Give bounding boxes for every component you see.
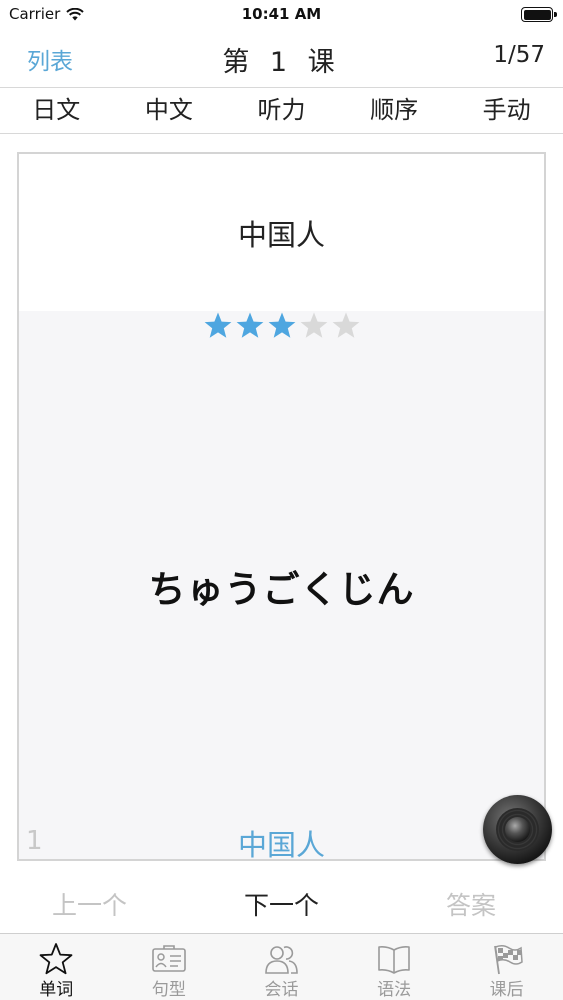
mode-tab-order[interactable]: 顺序 — [338, 88, 451, 133]
tab-label: 课后 — [489, 980, 524, 1000]
card-meaning: 中国人 — [237, 218, 325, 252]
battery-icon — [521, 7, 557, 22]
flash-card[interactable]: 中国人 ちゅうごくじん 1 中国人 — [17, 152, 546, 862]
tab-after-class[interactable]: 课后 — [450, 934, 563, 1000]
people-icon — [265, 946, 299, 974]
star-filled-icon[interactable] — [235, 311, 265, 341]
status-bar: Carrier 10:41 AM — [0, 0, 563, 30]
tab-words[interactable]: 单词 — [0, 934, 113, 1000]
tab-label: 句型 — [151, 980, 186, 1000]
card-reading: ちゅうごくじん — [148, 568, 415, 611]
card-kanji: 中国人 — [237, 828, 325, 862]
tab-sentence-patterns[interactable]: 句型 — [113, 934, 226, 1000]
star-filled-icon[interactable] — [267, 311, 297, 341]
tab-bar: 单词 句型 会话 语法 课后 — [0, 933, 563, 1000]
star-filled-icon[interactable] — [203, 311, 233, 341]
star-rating[interactable] — [19, 311, 544, 341]
tab-grammar[interactable]: 语法 — [338, 934, 451, 1000]
checkered-flag-icon — [493, 944, 523, 975]
answer-button[interactable]: 答案 — [446, 886, 496, 922]
tab-label: 单词 — [39, 980, 74, 1000]
mode-tab-chinese[interactable]: 中文 — [113, 88, 226, 133]
mode-tab-manual[interactable]: 手动 — [450, 88, 563, 133]
action-row: 上一个 下一个 答案 — [0, 880, 563, 928]
star-empty-icon[interactable] — [331, 311, 361, 341]
id-card-icon — [152, 945, 186, 972]
star-icon — [39, 943, 73, 975]
clock: 10:41 AM — [241, 5, 322, 23]
mode-tab-japanese[interactable]: 日文 — [0, 88, 113, 133]
progress-counter: 1/57 — [493, 42, 545, 68]
book-icon — [378, 946, 410, 974]
tab-conversation[interactable]: 会话 — [225, 934, 338, 1000]
mode-tab-listening[interactable]: 听力 — [225, 88, 338, 133]
tab-label: 语法 — [377, 980, 412, 1000]
page-title: 第 1 课 — [222, 47, 341, 78]
nav-bar: 列表 第 1 课 1/57 — [0, 30, 563, 86]
tab-label: 会话 — [264, 980, 299, 1000]
speaker-button[interactable] — [483, 795, 552, 864]
mode-tabs: 日文 中文 听力 顺序 手动 — [0, 87, 563, 134]
star-empty-icon[interactable] — [299, 311, 329, 341]
